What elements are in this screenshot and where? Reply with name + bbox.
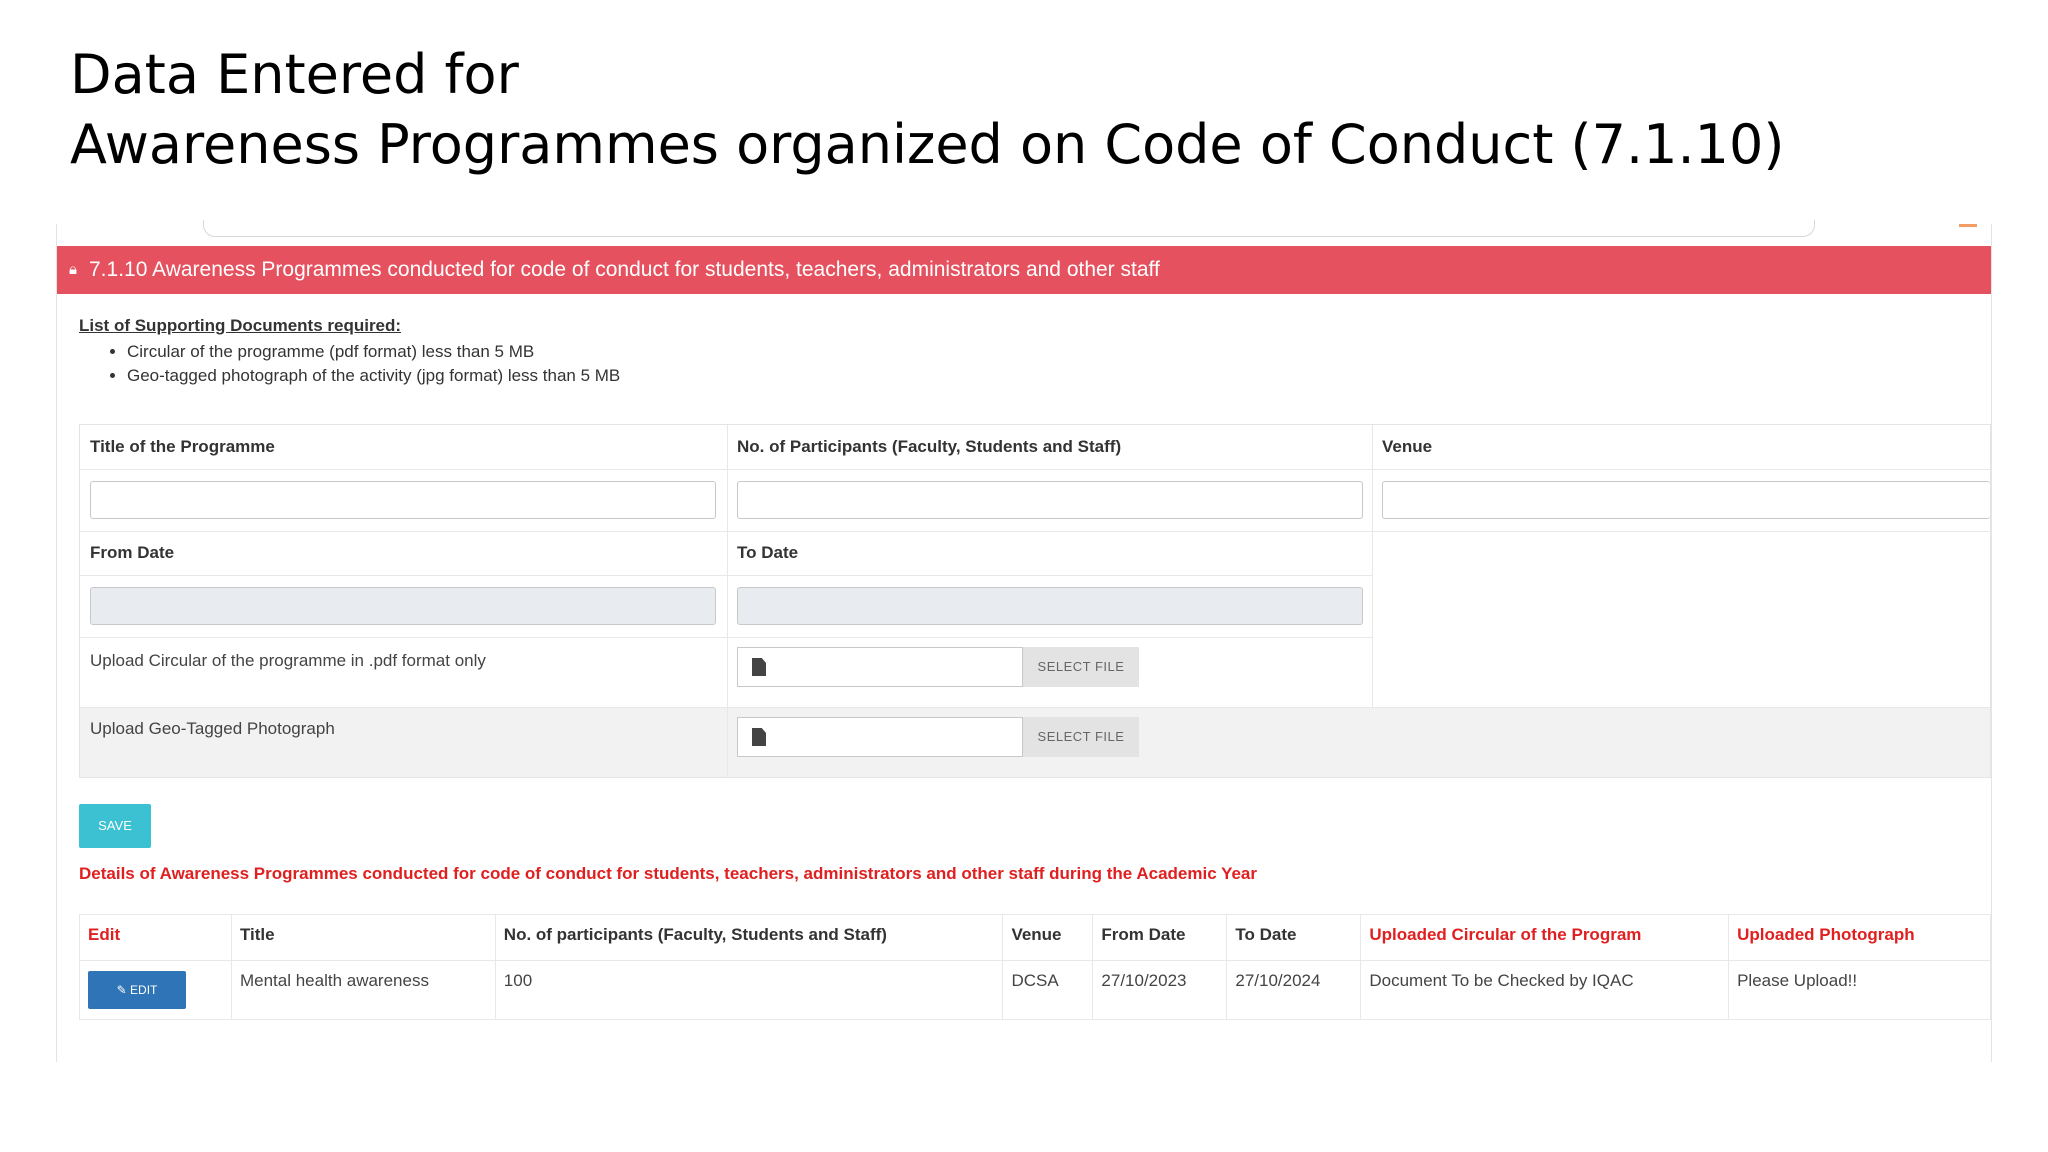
participants-label: No. of Participants (Faculty, Students a… bbox=[737, 437, 1122, 456]
column-header-title: Title bbox=[230, 914, 496, 961]
slide-title: Data Entered for Awareness Programmes or… bbox=[70, 40, 1784, 180]
circular-document-link[interactable]: Document To be Checked by IQAC bbox=[1360, 960, 1730, 1020]
column-header-circular: Uploaded Circular of the Program bbox=[1360, 914, 1730, 961]
row-to-date: 27/10/2024 bbox=[1226, 960, 1362, 1020]
pencil-icon: ✎ bbox=[116, 983, 127, 997]
file-icon bbox=[752, 658, 766, 676]
table-row: ✎ EDIT Mental health awareness 100 DCSA … bbox=[79, 960, 1991, 1020]
panel-header-title: 7.1.10 Awareness Programmes conducted fo… bbox=[89, 258, 1160, 281]
upload-photo-label: Upload Geo-Tagged Photograph bbox=[90, 719, 335, 738]
edit-cell: ✎ EDIT bbox=[79, 960, 232, 1020]
photograph-status: Please Upload!! bbox=[1728, 960, 1991, 1020]
participants-input[interactable] bbox=[737, 481, 1363, 519]
panel-header: 🔒︎ 7.1.10 Awareness Programmes conducted… bbox=[57, 246, 1991, 294]
supporting-document-item: Circular of the programme (pdf format) l… bbox=[127, 340, 620, 364]
row-venue: DCSA bbox=[1002, 960, 1094, 1020]
records-table: Edit Title No. of participants (Faculty,… bbox=[79, 914, 1991, 1020]
column-header-from-date: From Date bbox=[1092, 914, 1228, 961]
photo-select-file-button[interactable]: SELECT FILE bbox=[1023, 717, 1139, 757]
edit-button[interactable]: ✎ EDIT bbox=[88, 971, 186, 1009]
column-header-edit: Edit bbox=[79, 914, 232, 961]
to-date-input[interactable] bbox=[737, 587, 1363, 625]
circular-select-file-button[interactable]: SELECT FILE bbox=[1023, 647, 1139, 687]
row-from-date: 27/10/2023 bbox=[1092, 960, 1228, 1020]
row-participants: 100 bbox=[494, 960, 1004, 1020]
venue-input[interactable] bbox=[1382, 481, 1990, 519]
form-panel: 🔒︎ 7.1.10 Awareness Programmes conducted… bbox=[56, 220, 1992, 1062]
circular-file-field[interactable] bbox=[737, 647, 1023, 687]
supporting-documents: List of Supporting Documents required: C… bbox=[79, 316, 620, 388]
table-header-row: Edit Title No. of participants (Faculty,… bbox=[79, 914, 1991, 961]
program-form: Title of the Programme No. of Participan… bbox=[79, 424, 1991, 778]
supporting-document-item: Geo-tagged photograph of the activity (j… bbox=[127, 364, 620, 388]
top-bar-outline bbox=[203, 220, 1815, 237]
slide-title-line1: Data Entered for bbox=[70, 43, 519, 106]
photo-file-field[interactable] bbox=[737, 717, 1023, 757]
to-date-label: To Date bbox=[737, 543, 799, 562]
venue-label: Venue bbox=[1382, 437, 1433, 456]
edit-button-label: EDIT bbox=[130, 983, 158, 997]
column-header-participants: No. of participants (Faculty, Students a… bbox=[494, 914, 1004, 961]
column-header-venue: Venue bbox=[1002, 914, 1094, 961]
column-header-photograph: Uploaded Photograph bbox=[1728, 914, 1991, 961]
column-header-to-date: To Date bbox=[1226, 914, 1362, 961]
slide-title-line2: Awareness Programmes organized on Code o… bbox=[70, 113, 1785, 176]
save-button[interactable]: SAVE bbox=[79, 804, 151, 848]
from-date-input[interactable] bbox=[90, 587, 716, 625]
supporting-documents-title: List of Supporting Documents required: bbox=[79, 316, 402, 335]
lock-icon: 🔒︎ bbox=[69, 261, 77, 278]
top-bar-accent bbox=[1959, 224, 1977, 227]
title-label: Title of the Programme bbox=[90, 437, 275, 456]
details-title: Details of Awareness Programmes conducte… bbox=[79, 864, 1258, 883]
title-input[interactable] bbox=[90, 481, 716, 519]
upload-circular-label: Upload Circular of the programme in .pdf… bbox=[90, 651, 486, 670]
file-icon bbox=[752, 728, 766, 746]
row-title: Mental health awareness bbox=[230, 960, 496, 1020]
from-date-label: From Date bbox=[90, 543, 175, 562]
